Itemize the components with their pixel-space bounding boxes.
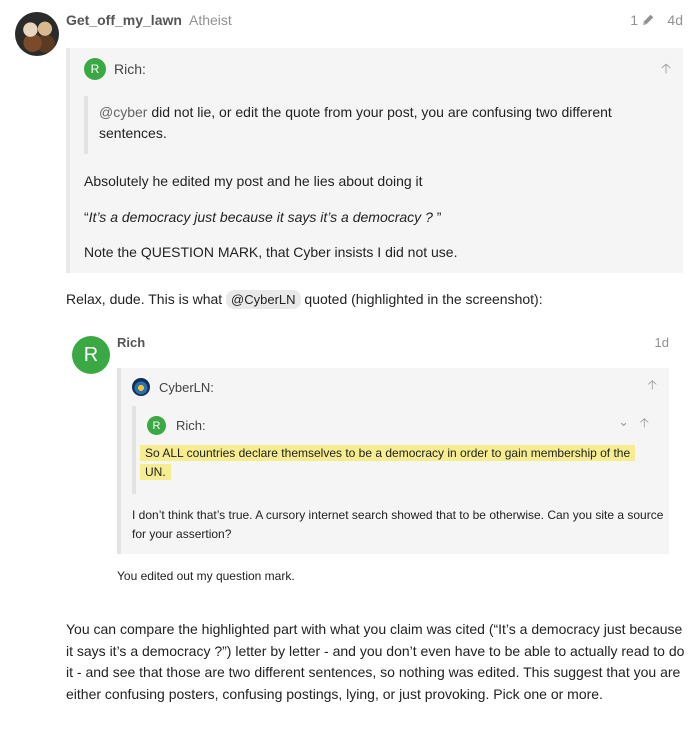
quote-block: R Rich: 🡡 @cyber did not lie, or edit th…	[66, 48, 683, 273]
edit-count: 1	[630, 12, 638, 28]
relax-text-before: Relax, dude. This is what	[66, 291, 227, 307]
close-quote-mark: ”	[432, 209, 442, 225]
nested-quote: @cyber did not lie, or edit the quote fr…	[84, 96, 677, 154]
cyber-avatar	[132, 378, 150, 396]
highlighted-text: So ALL countries declare themselves to b…	[140, 444, 653, 482]
post-header: Get_off_my_lawn Atheist 1 4d	[66, 12, 683, 30]
cyber-quote-title: CyberLN:	[132, 378, 214, 396]
nested-quote-text: did not lie, or edit the quote from your…	[99, 104, 612, 141]
rich-avatar: R	[72, 336, 110, 374]
rich-inner-author: Rich:	[176, 418, 206, 433]
closing-paragraph: You can compare the highlighted part wit…	[66, 621, 685, 702]
mention-pill[interactable]: @CyberLN	[226, 290, 301, 309]
quote-title: R Rich:	[84, 58, 146, 80]
mention-link[interactable]: @cyber	[99, 104, 147, 120]
quote-line-3: Note the QUESTION MARK, that Cyber insis…	[84, 244, 458, 260]
chevron-down-icon: ⌄	[618, 414, 629, 429]
quote-author-avatar[interactable]: R	[84, 58, 106, 80]
quote-line-2: “It’s a democracy just because it says i…	[84, 209, 441, 225]
rich-inner-avatar: R	[147, 416, 166, 435]
arrow-up-icon[interactable]: 🡡	[661, 58, 671, 82]
rich-inner-title: R Rich:	[147, 416, 206, 435]
rich-post-age: 1d	[654, 335, 669, 350]
rich-username: Rich	[117, 335, 146, 350]
embedded-screenshot: R Rich 1d CyberLN: 🡡 R Rich: ⌄ 🡡 So ALL …	[66, 326, 683, 596]
highlight-span: So ALL countries declare themselves to b…	[140, 445, 636, 480]
rich-reply-text: You edited out my question mark.	[117, 569, 295, 583]
quote-author[interactable]: Rich:	[114, 61, 146, 77]
relax-paragraph: Relax, dude. This is what @CyberLN quote…	[66, 290, 543, 309]
cyber-quote: CyberLN: 🡡 R Rich: ⌄ 🡡 So ALL countries …	[117, 368, 669, 554]
username[interactable]: Get_off_my_lawn	[66, 12, 182, 28]
relax-text-after: quoted (highlighted in the screenshot):	[300, 291, 543, 307]
arrow-up-icon: 🡡	[639, 415, 649, 430]
pencil-icon	[642, 14, 654, 26]
post-age[interactable]: 4d	[667, 12, 683, 28]
quote-line-1: Absolutely he edited my post and he lies…	[84, 173, 423, 189]
cyber-reply-text: I don’t think that’s true. A cursory int…	[132, 508, 664, 541]
cyber-author: CyberLN:	[159, 379, 214, 395]
arrow-up-icon: 🡡	[647, 377, 657, 392]
edit-history-button[interactable]: 1	[630, 12, 655, 28]
italic-sentence: It’s a democracy just because it says it…	[88, 209, 433, 225]
user-title: Atheist	[189, 12, 232, 28]
rich-inner-quote: R Rich: ⌄ 🡡 So ALL countries declare the…	[132, 406, 663, 494]
user-avatar[interactable]	[15, 12, 59, 56]
